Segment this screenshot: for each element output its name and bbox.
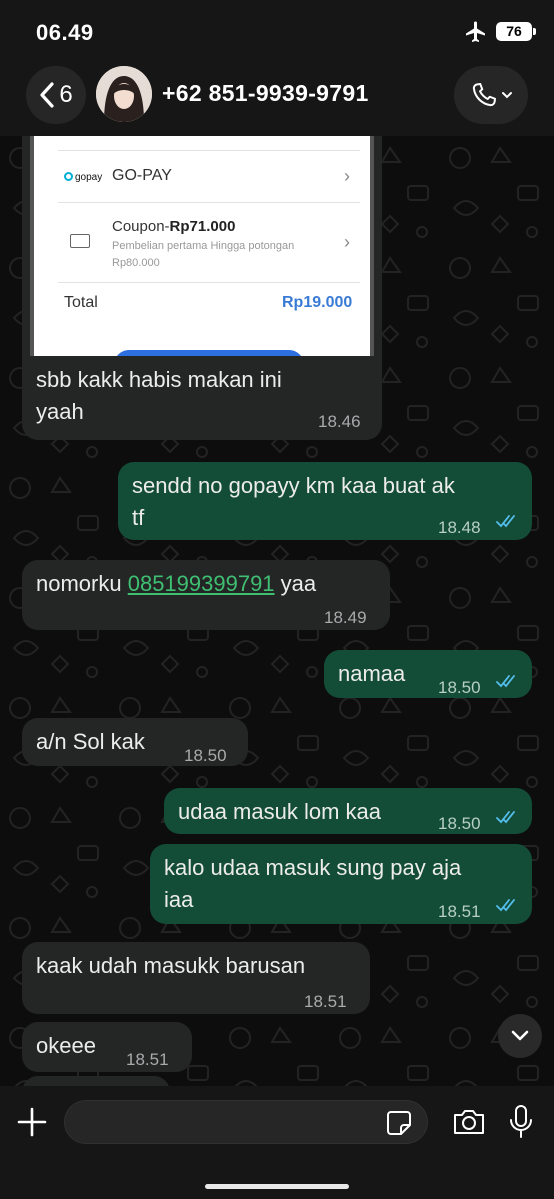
message-incoming[interactable]: nomorku 085199399791 yaa 18.49 xyxy=(22,560,390,630)
phone-icon xyxy=(472,83,496,107)
camera-icon[interactable] xyxy=(452,1108,486,1136)
divider xyxy=(58,202,360,203)
unread-count: 6 xyxy=(59,81,73,108)
message-time: 18.50 xyxy=(184,746,227,765)
message-time: 18.46 xyxy=(318,412,361,431)
message-text: kaak udah masukk barusan xyxy=(36,953,306,978)
double-check-icon xyxy=(496,899,515,912)
double-check-icon xyxy=(496,675,515,688)
call-button[interactable] xyxy=(454,66,528,124)
payment-screenshot[interactable]: gopay GO-PAY › Coupon-Rp71.000 Pembelian… xyxy=(30,136,374,356)
image-message[interactable]: gopay GO-PAY › Coupon-Rp71.000 Pembelian… xyxy=(22,136,382,440)
chat-header: 6 +62 851-9939-9791 xyxy=(0,62,554,136)
message-time: 18.51 xyxy=(304,992,347,1011)
message-text: udaa masuk lom kaa xyxy=(178,799,381,824)
coupon-icon xyxy=(70,234,90,248)
status-bar: 06.49 76 xyxy=(0,0,554,62)
message-time: 18.48 xyxy=(438,518,481,537)
airplane-icon xyxy=(466,21,485,42)
total-label: Total xyxy=(64,294,98,311)
chevron-right-icon: › xyxy=(344,232,350,252)
message-text: kalo udaa masuk sung pay aja iaa xyxy=(164,855,462,912)
message-time: 18.50 xyxy=(438,678,481,697)
scroll-to-bottom-button[interactable] xyxy=(498,1014,542,1058)
coupon-description: Pembelian pertama Hingga potongan Rp80.0… xyxy=(112,240,295,269)
battery-tip xyxy=(533,28,536,35)
message-text: nomorku 085199399791 yaa xyxy=(36,571,317,596)
divider xyxy=(58,282,360,283)
chevron-left-icon xyxy=(40,82,54,108)
divider xyxy=(58,150,360,151)
message-incoming[interactable]: okeee 18.51 xyxy=(22,1022,192,1072)
avatar-image xyxy=(96,66,152,122)
home-indicator xyxy=(205,1184,349,1189)
message-time: 18.51 xyxy=(438,902,481,921)
chevron-right-icon: › xyxy=(344,166,350,186)
sticker-icon[interactable] xyxy=(386,1110,412,1136)
message-outgoing[interactable]: udaa masuk lom kaa 18.50 xyxy=(164,788,532,834)
message-outgoing[interactable]: namaa 18.50 xyxy=(324,650,532,698)
double-check-icon xyxy=(496,515,515,528)
battery-indicator: 76 xyxy=(496,22,532,41)
message-time: 18.50 xyxy=(438,814,481,833)
plus-icon[interactable] xyxy=(16,1106,48,1138)
contact-avatar[interactable] xyxy=(96,66,152,122)
payment-method-label: GO-PAY xyxy=(112,167,172,184)
message-outgoing[interactable]: kalo udaa masuk sung pay aja iaa 18.51 xyxy=(150,844,532,924)
chevron-down-icon xyxy=(502,92,512,99)
gopay-logo: gopay xyxy=(64,172,102,183)
message-time: 18.51 xyxy=(126,1050,169,1069)
phone-link[interactable]: 085199399791 xyxy=(128,571,275,596)
input-bar xyxy=(0,1086,554,1199)
chevron-down-icon xyxy=(511,1030,529,1041)
chat-area[interactable]: gopay GO-PAY › Coupon-Rp71.000 Pembelian… xyxy=(0,136,554,1086)
total-value: Rp19.000 xyxy=(282,294,353,311)
coupon-title: Coupon-Rp71.000 xyxy=(112,218,236,235)
message-text: sendd no gopayy km kaa buat ak tf xyxy=(132,473,455,530)
message-time: 18.49 xyxy=(324,608,367,627)
message-outgoing[interactable]: sendd no gopayy km kaa buat ak tf 18.48 xyxy=(118,462,532,540)
image-caption: sbb kakk habis makan ini yaah xyxy=(36,367,282,424)
contact-name[interactable]: +62 851-9939-9791 xyxy=(162,80,369,107)
double-check-icon xyxy=(496,811,515,824)
message-text: namaa xyxy=(338,661,406,686)
message-incoming[interactable]: kaak udah masukk barusan 18.51 xyxy=(22,942,370,1014)
back-button[interactable]: 6 xyxy=(26,66,86,124)
message-input[interactable] xyxy=(64,1100,428,1144)
message-text: a/n Sol kak xyxy=(36,729,145,754)
message-text: okeee xyxy=(36,1033,96,1058)
pay-button-preview xyxy=(114,350,304,356)
status-time: 06.49 xyxy=(36,20,94,45)
message-incoming-partial[interactable] xyxy=(22,1076,170,1086)
mic-icon[interactable] xyxy=(508,1104,534,1140)
message-incoming[interactable]: a/n Sol kak 18.50 xyxy=(22,718,248,766)
